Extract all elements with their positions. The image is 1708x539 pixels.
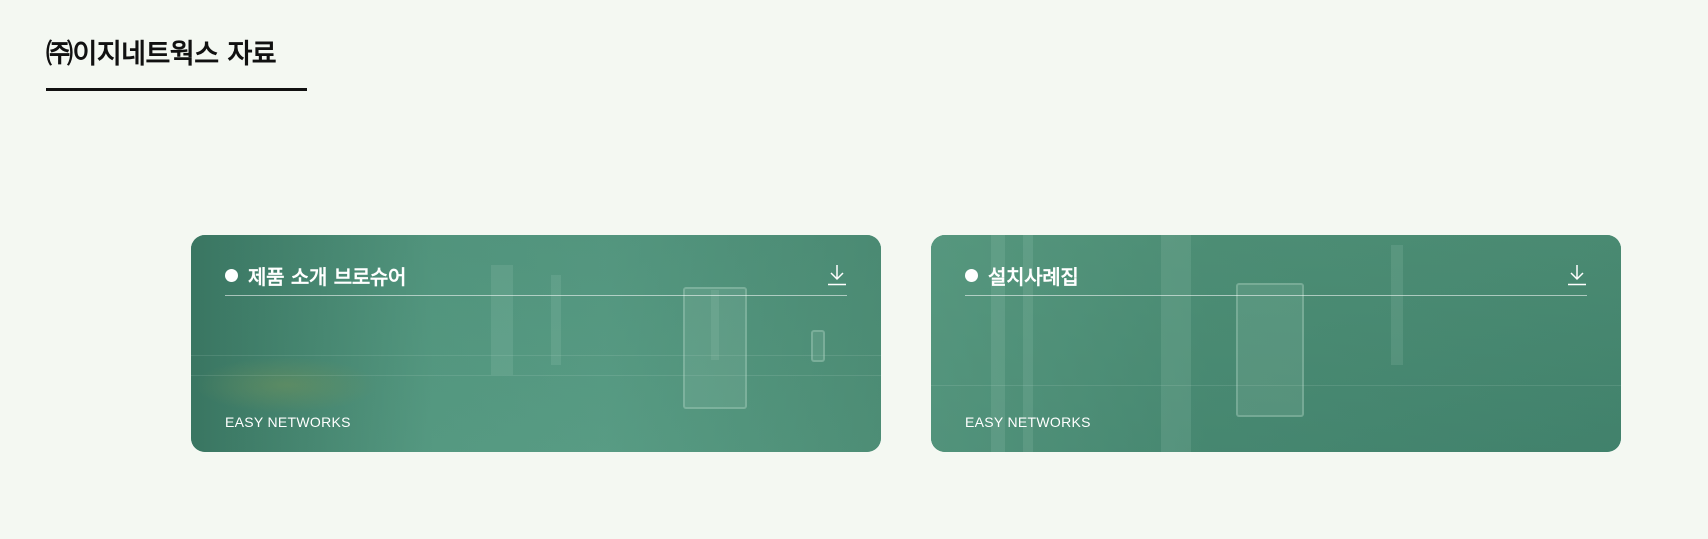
download-icon[interactable] — [827, 264, 847, 286]
card-divider — [225, 295, 847, 296]
bullet-dot — [965, 268, 978, 282]
download-icon[interactable] — [1567, 264, 1587, 286]
bullet-dot — [225, 268, 238, 282]
card-footer-label: EASY NETWORKS — [965, 414, 1091, 430]
card-title: 설치사례집 — [988, 264, 1079, 289]
card-title: 제품 소개 브로슈어 — [248, 264, 407, 289]
card-installation-cases[interactable]: 설치사례집 EASY NETWORKS — [931, 235, 1621, 452]
title-underline — [46, 88, 307, 91]
card-product-brochure[interactable]: 제품 소개 브로슈어 EASY NETWORKS — [191, 235, 881, 452]
card-footer-label: EASY NETWORKS — [225, 414, 351, 430]
page-title: ㈜이지네트웍스 자료 — [46, 39, 277, 70]
card-divider — [965, 295, 1587, 296]
